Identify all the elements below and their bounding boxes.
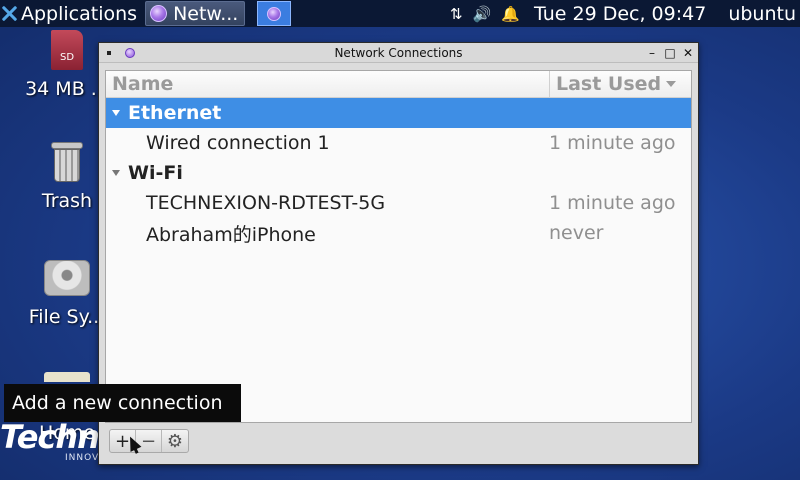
sd-card-icon: SD bbox=[51, 30, 83, 70]
hard-disk-icon bbox=[44, 260, 90, 296]
group-label: Wi-Fi bbox=[128, 162, 183, 184]
remove-connection-button[interactable]: − bbox=[136, 430, 162, 452]
group-row-ethernet[interactable]: Ethernet bbox=[106, 98, 691, 128]
xfce-logo-icon bbox=[1, 5, 18, 22]
applications-label: Applications bbox=[21, 2, 138, 25]
connection-last-used: 1 minute ago bbox=[549, 192, 676, 214]
clock[interactable]: Tue 29 Dec, 09:47 bbox=[534, 3, 706, 25]
column-header-name[interactable]: Name bbox=[106, 70, 550, 98]
connection-name: Abraham的iPhone bbox=[146, 223, 316, 246]
column-header-last-used[interactable]: Last Used bbox=[550, 71, 691, 98]
close-button[interactable]: ✕ bbox=[682, 47, 694, 59]
window-app-icon bbox=[125, 47, 135, 58]
connection-last-used: 1 minute ago bbox=[549, 132, 676, 154]
window-titlebar[interactable]: Network Connections – □ ✕ bbox=[99, 43, 698, 63]
system-tray: ⇅ 🔊 🔔 Tue 29 Dec, 09:47 ubuntu bbox=[450, 3, 800, 25]
toolbar-button-group: + − ⚙ bbox=[109, 429, 189, 453]
list-header: Name Last Used bbox=[106, 70, 691, 98]
group-label: Ethernet bbox=[128, 102, 222, 124]
minimize-button[interactable]: – bbox=[646, 47, 658, 59]
expander-arrow-icon[interactable] bbox=[112, 110, 120, 116]
connection-name: TECHNEXION-RDTEST-5G bbox=[146, 192, 386, 214]
connections-toolbar: + − ⚙ bbox=[105, 425, 692, 457]
connection-name: Wired connection 1 bbox=[146, 132, 330, 154]
workspace-app-icon bbox=[267, 6, 282, 21]
trash-icon bbox=[51, 140, 83, 182]
group-row-wifi[interactable]: Wi-Fi bbox=[106, 158, 691, 188]
connection-row[interactable]: Wired connection 1 1 minute ago bbox=[106, 128, 691, 158]
add-connection-tooltip: Add a new connection bbox=[4, 384, 241, 422]
connection-row[interactable]: Abraham的iPhone never bbox=[106, 218, 691, 248]
workspace-pager[interactable] bbox=[257, 1, 292, 26]
volume-icon[interactable]: 🔊 bbox=[473, 5, 492, 23]
connection-row[interactable]: TECHNEXION-RDTEST-5G 1 minute ago bbox=[106, 188, 691, 218]
network-app-icon bbox=[150, 5, 168, 22]
column-header-last-used-label: Last Used bbox=[556, 72, 662, 95]
window-title: Network Connections bbox=[334, 45, 463, 60]
taskbar-title: Netw... bbox=[173, 2, 239, 25]
wallpaper-logo: Techn bbox=[0, 418, 100, 456]
top-panel: Applications Netw... ⇅ 🔊 🔔 Tue 29 Dec, 0… bbox=[0, 0, 800, 27]
expander-arrow-icon[interactable] bbox=[112, 170, 120, 176]
connections-list: Name Last Used Ethernet Wired connection… bbox=[105, 70, 692, 423]
edit-connection-gear-button[interactable]: ⚙ bbox=[162, 430, 188, 452]
user-menu[interactable]: ubuntu bbox=[728, 3, 796, 25]
folder-icon bbox=[44, 372, 90, 382]
maximize-button[interactable]: □ bbox=[664, 47, 676, 59]
network-arrows-icon[interactable]: ⇅ bbox=[450, 5, 463, 23]
notification-bell-icon[interactable]: 🔔 bbox=[501, 5, 520, 23]
taskbar-network-button[interactable]: Netw... bbox=[145, 1, 246, 26]
applications-menu-button[interactable]: Applications bbox=[0, 0, 141, 27]
connection-last-used: never bbox=[549, 222, 604, 244]
sort-descending-icon bbox=[666, 81, 677, 87]
window-menu-icon[interactable] bbox=[107, 50, 111, 55]
